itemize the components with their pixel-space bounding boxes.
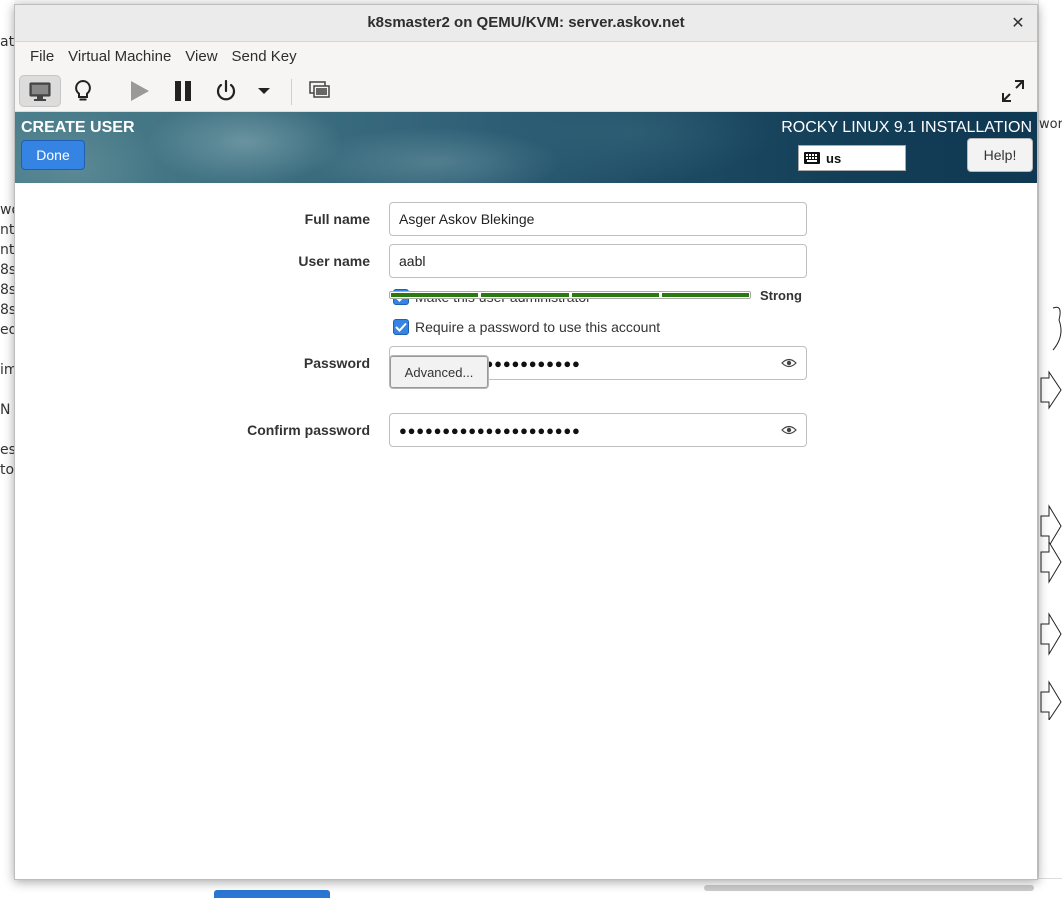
vm-display: CREATE USER Done ROCKY LINUX 9.1 INSTALL… — [15, 112, 1037, 879]
strength-segment — [391, 293, 479, 297]
confirm-password-field[interactable]: ●●●●●●●●●●●●●●●●●●●●● — [389, 413, 807, 447]
installer-header: CREATE USER Done ROCKY LINUX 9.1 INSTALL… — [15, 112, 1037, 183]
done-button[interactable]: Done — [21, 140, 85, 170]
power-icon — [216, 79, 236, 101]
password-strength-label: Strong — [760, 288, 802, 303]
background-window-right: work — [1038, 0, 1062, 898]
shutdown-button[interactable] — [210, 75, 242, 107]
strength-segment — [661, 293, 749, 297]
play-icon — [131, 81, 149, 101]
menu-view[interactable]: View — [178, 48, 224, 65]
require-password-label: Require a password to use this account — [415, 319, 661, 335]
window-titlebar: k8smaster2 on QEMU/KVM: server.askov.net… — [15, 5, 1037, 42]
show-details-button[interactable] — [67, 75, 99, 107]
window-title: k8smaster2 on QEMU/KVM: server.askov.net — [367, 14, 685, 31]
keyboard-layout-label: us — [826, 150, 842, 166]
background-scrollbar — [704, 885, 1034, 891]
confirm-password-mask: ●●●●●●●●●●●●●●●●●●●●● — [399, 422, 581, 438]
strength-segment — [571, 293, 659, 297]
user-name-value: aabl — [399, 253, 426, 269]
fullscreen-button[interactable] — [997, 75, 1029, 107]
dropdown-icon — [258, 88, 270, 94]
run-button[interactable] — [123, 75, 155, 107]
show-console-button[interactable] — [19, 75, 61, 107]
password-strength-bar — [389, 291, 751, 299]
page-title: CREATE USER — [21, 119, 135, 136]
bg-text: N — [0, 402, 11, 418]
checkmark-icon — [395, 322, 407, 332]
monitor-icon — [29, 82, 51, 101]
confirm-password-label: Confirm password — [247, 422, 370, 438]
show-password-icon[interactable] — [781, 357, 797, 369]
toolbar — [15, 71, 1037, 112]
lightbulb-icon — [75, 79, 91, 101]
user-name-field[interactable]: aabl — [389, 244, 807, 278]
close-icon: ✕ — [1011, 13, 1025, 32]
console-icon — [309, 81, 330, 98]
full-name-label: Full name — [304, 211, 370, 227]
vm-window: k8smaster2 on QEMU/KVM: server.askov.net… — [14, 4, 1038, 880]
advanced-button[interactable]: Advanced... — [389, 355, 489, 389]
require-password-checkbox-row[interactable]: Require a password to use this account — [393, 319, 660, 335]
full-name-field[interactable]: Asger Askov Blekinge — [389, 202, 807, 236]
keyboard-layout-indicator[interactable]: us — [798, 145, 906, 171]
menubar: File Virtual Machine View Send Key — [15, 42, 1037, 71]
keyboard-icon — [804, 152, 820, 164]
show-password-icon[interactable] — [781, 424, 797, 436]
snapshots-button[interactable] — [304, 75, 336, 107]
background-button — [214, 890, 330, 898]
menu-file[interactable]: File — [23, 48, 61, 65]
menu-virtual-machine[interactable]: Virtual Machine — [61, 48, 178, 65]
password-label: Password — [303, 355, 370, 371]
product-title: ROCKY LINUX 9.1 INSTALLATION — [781, 119, 1032, 136]
close-button[interactable]: ✕ — [1007, 12, 1029, 34]
require-password-checkbox[interactable] — [393, 319, 409, 335]
toolbar-separator — [291, 79, 292, 105]
shutdown-menu-button[interactable] — [252, 75, 276, 107]
pause-button[interactable] — [167, 75, 199, 107]
pause-icon — [175, 81, 191, 101]
bg-text: work — [1039, 117, 1062, 132]
strength-segment — [481, 293, 569, 297]
background-window-left: ate wo nte nte 8s 8s 8s ed im N es tor — [0, 0, 23, 898]
fullscreen-icon — [1002, 80, 1024, 102]
menu-send-key[interactable]: Send Key — [225, 48, 304, 65]
help-button[interactable]: Help! — [967, 138, 1033, 172]
full-name-value: Asger Askov Blekinge — [399, 211, 535, 227]
user-name-label: User name — [298, 253, 370, 269]
bg-diagram-shapes — [1040, 306, 1062, 720]
